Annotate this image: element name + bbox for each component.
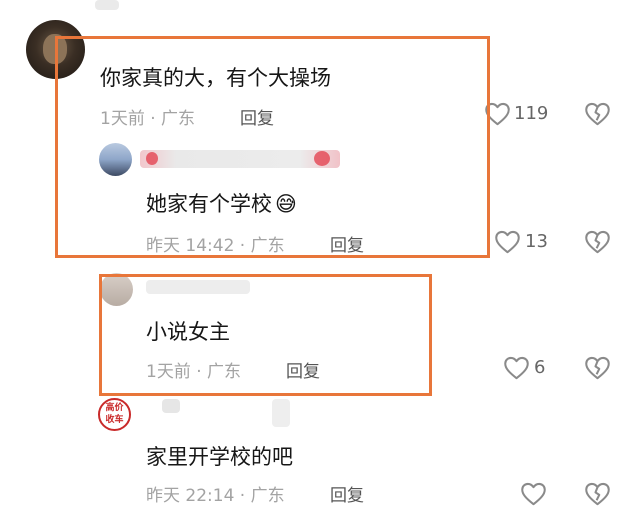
heart-outline-icon[interactable] (494, 229, 521, 254)
heart-outline-icon[interactable] (520, 481, 547, 506)
broken-heart-icon[interactable] (584, 229, 611, 254)
highlight-box (99, 274, 432, 396)
comment-meta: 昨天 22:14 · 广东 (146, 486, 285, 506)
reply-button[interactable]: 回复 (330, 481, 364, 506)
broken-heart-icon[interactable] (584, 355, 611, 380)
avatar-badge-line1: 高价 (105, 403, 124, 413)
broken-heart-icon[interactable] (584, 101, 611, 126)
username-blur (272, 399, 290, 427)
avatar-badge-line2: 收车 (105, 415, 124, 425)
avatar[interactable]: 高价 收车 (98, 398, 131, 431)
like-count: 119 (514, 103, 549, 124)
username-blur-top (95, 0, 119, 10)
like-count: 6 (534, 357, 546, 378)
highlight-box (55, 36, 490, 258)
like-count: 13 (525, 231, 548, 252)
comment-text: 家里开学校的吧 (146, 445, 293, 469)
heart-outline-icon[interactable] (503, 355, 530, 380)
username-blur (162, 399, 180, 413)
broken-heart-icon[interactable] (584, 481, 611, 506)
